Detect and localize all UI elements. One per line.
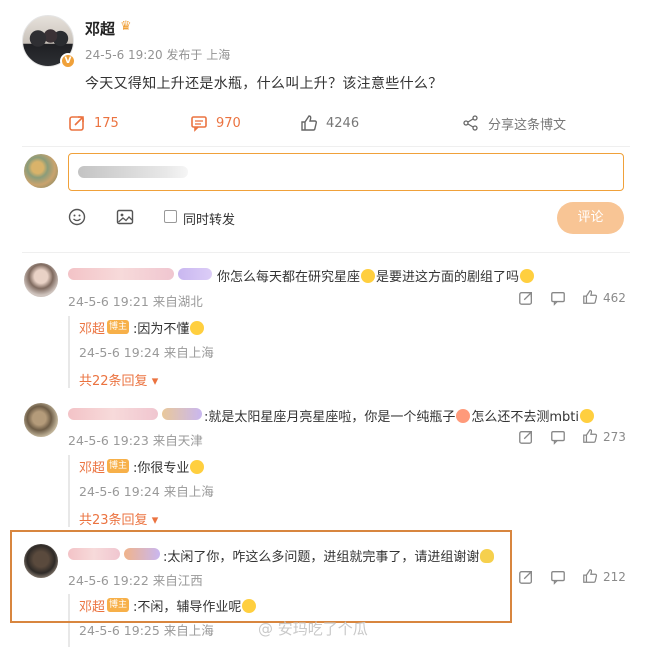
post-text: 今天又得知上升还是水瓶，什么叫上升？该注意些什么？ [85, 76, 443, 92]
blogger-badge: 博主 [107, 459, 129, 473]
more-replies-link[interactable]: 共23条回复 ▾ [79, 509, 158, 528]
emoji-icon [456, 409, 471, 423]
more-replies-link[interactable]: 共22条回复 ▾ [79, 370, 158, 389]
input-text-blurred [78, 166, 188, 178]
reply-icon[interactable] [550, 569, 566, 585]
commenter-avatar[interactable] [24, 263, 58, 297]
reply-meta: 24-5-6 19:24 来自上海 [79, 484, 214, 499]
thumbs-up-icon [300, 114, 318, 132]
emoji-icon[interactable] [68, 208, 86, 226]
comment-text: 你怎么每天都在研究星座 是要进这方面的剧组了吗 [217, 266, 535, 285]
emoji-icon [361, 269, 376, 283]
comment-button[interactable]: 970 [190, 112, 241, 134]
post-meta: 24-5-6 19:20 发布于 上海 [85, 48, 231, 62]
comment-like-count: 212 [603, 570, 626, 584]
reply-thread-bar [68, 316, 70, 388]
emoji-icon [190, 321, 205, 335]
reply-meta: 24-5-6 19:24 来自上海 [79, 345, 214, 360]
chevron-down-icon: ▾ [151, 513, 159, 528]
reply-text: :因为不懂 [133, 318, 205, 337]
watermark: @ 安玛吃了个瓜 [258, 620, 368, 638]
comment-count: 970 [216, 115, 241, 131]
share-button[interactable]: 分享这条博文 [462, 112, 566, 134]
comment-like-count: 273 [603, 430, 626, 444]
reply-icon[interactable] [550, 290, 566, 306]
comment-meta: 24-5-6 19:21 来自湖北 [68, 294, 203, 309]
my-avatar [24, 154, 58, 188]
reply-author-name[interactable]: 邓超 [79, 318, 105, 337]
repost-icon[interactable] [518, 569, 534, 585]
highlight-box [10, 530, 512, 623]
comment-icon [190, 114, 208, 132]
like-count: 4246 [326, 115, 360, 131]
thumbs-up-icon[interactable] [582, 568, 598, 584]
repost-icon[interactable] [518, 290, 534, 306]
comment-text: :就是太阳星座月亮星座啦，你是一个纯瓶子 怎么还不去测mbti [204, 406, 595, 425]
reply-text: :你很专业 [133, 457, 205, 476]
commenter-name-blurred[interactable] [68, 408, 158, 420]
emoji-icon [190, 460, 205, 474]
blogger-badge: 博主 [107, 320, 129, 334]
repost-icon [68, 114, 86, 132]
author-name[interactable]: 邓超 [85, 18, 115, 39]
share-icon [462, 114, 480, 132]
comment-like-count: 462 [603, 291, 626, 305]
reply-author-name[interactable]: 邓超 [79, 457, 105, 476]
divider [22, 146, 630, 147]
repost-button[interactable]: 175 [68, 112, 119, 134]
like-button[interactable]: 4246 [300, 112, 359, 134]
emoji-icon [580, 409, 595, 423]
submit-comment-button[interactable]: 评论 [557, 202, 624, 234]
divider [22, 252, 630, 253]
thumbs-up-icon[interactable] [582, 428, 598, 444]
repost-icon[interactable] [518, 429, 534, 445]
member-badge [162, 408, 202, 420]
repost-checkbox[interactable] [164, 210, 177, 223]
repost-checkbox-label: 同时转发 [183, 213, 236, 228]
reply-icon[interactable] [550, 429, 566, 445]
thumbs-up-icon[interactable] [582, 289, 598, 305]
chevron-down-icon: ▾ [151, 374, 159, 389]
emoji-icon [520, 269, 535, 283]
share-label: 分享这条博文 [488, 117, 567, 133]
crown-icon: ♛ [120, 19, 132, 34]
repost-count: 175 [94, 115, 119, 131]
member-badge [178, 268, 212, 280]
reply-thread-bar [68, 455, 70, 527]
commenter-avatar[interactable] [24, 403, 58, 437]
image-icon[interactable] [116, 208, 134, 226]
commenter-name-blurred[interactable] [68, 268, 174, 280]
verified-icon: V [60, 53, 76, 69]
comment-meta: 24-5-6 19:23 来自天津 [68, 433, 203, 448]
